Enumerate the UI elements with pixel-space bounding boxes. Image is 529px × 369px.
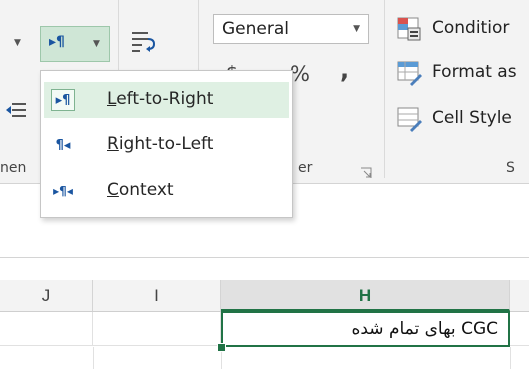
column-header-h[interactable]: H [221,280,510,311]
comma-style-button[interactable]: , [340,56,349,84]
paragraph-direction-menu: ▸¶ Left-to-Right ¶◂ Right-to-Left ▸¶◂ Co… [40,70,293,218]
cell-j[interactable] [0,312,93,346]
cell-g-partial[interactable] [510,312,529,346]
paragraph-ltr-icon: ▸¶ [49,34,65,50]
ribbon-group-separator [384,0,385,178]
chevron-down-icon: ▼ [353,24,360,34]
decrease-indent-icon[interactable] [4,98,28,122]
format-as-table-icon [396,60,422,86]
paragraph-direction-button[interactable]: ▸¶ ▼ [40,26,110,62]
number-format-select[interactable]: General ▼ [213,14,369,44]
cell-i[interactable] [93,312,221,346]
number-format-value: General [222,19,289,39]
fill-handle[interactable] [217,343,226,352]
formula-bar-divider [0,257,529,258]
menu-item-left-to-right[interactable]: ▸¶ Left-to-Right [44,82,289,118]
column-header-j[interactable]: J [0,280,93,311]
column-header-i[interactable]: I [93,280,221,311]
cell-styles-icon [396,106,422,132]
menu-item-right-to-left[interactable]: ¶◂ Right-to-Left [44,127,289,163]
cell-value: CGC بهای تمام شده [351,319,498,339]
styles-group-label: S [506,160,515,176]
conditional-formatting-icon [396,16,422,42]
wrap-text-icon[interactable] [128,28,158,58]
menu-item-context[interactable]: ▸¶◂ Context [44,173,289,209]
right-to-left-icon: ¶◂ [55,137,71,153]
column-header-g-partial[interactable] [510,280,529,311]
left-to-right-icon: ▸¶ [51,89,75,111]
dialog-launcher-icon[interactable] [360,164,372,178]
chevron-down-icon[interactable]: ▼ [14,38,21,48]
alignment-group-label: nen [0,160,27,176]
grid-line [510,347,511,369]
context-direction-icon: ▸¶◂ [53,184,73,198]
grid-line [93,347,94,369]
next-row [0,347,529,369]
active-cell-h[interactable]: CGC بهای تمام شده [221,311,510,347]
number-group-label: er [298,160,313,176]
chevron-down-icon: ▼ [93,39,100,49]
